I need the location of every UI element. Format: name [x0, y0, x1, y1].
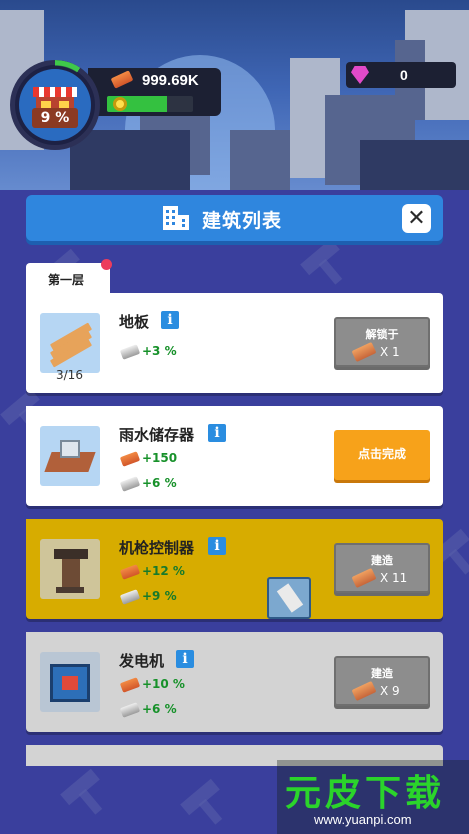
info-icon[interactable]: i: [208, 537, 226, 555]
plank-icon: [119, 588, 141, 605]
watermark-url: www.yuanpi.com: [314, 812, 412, 827]
list-item[interactable]: 雨水储存器 i +150 +6 % 点击完成: [26, 406, 443, 506]
building-name: 雨水储存器: [119, 426, 195, 444]
building-list[interactable]: 3/16 地板 i +3 % 解锁于 X 1 雨水储存器 i +150 +6 %…: [26, 293, 443, 766]
stat-brick: +150: [119, 450, 177, 467]
cleaver-icon[interactable]: [267, 577, 311, 619]
stat-brick: +12 %: [119, 563, 185, 580]
page-title: 建筑列表: [202, 210, 283, 232]
watermark-title: 元皮下载: [285, 773, 446, 814]
building-silhouette: [230, 130, 290, 190]
water-collector-thumbnail: [40, 426, 100, 486]
building-name: 发电机: [119, 652, 165, 670]
stat-brick: +10 %: [119, 676, 185, 693]
plank-icon: [119, 343, 141, 360]
gem-amount: 0: [400, 67, 408, 83]
complete-button[interactable]: 点击完成: [334, 430, 430, 480]
info-icon[interactable]: i: [208, 424, 226, 442]
floor-icon: [351, 341, 377, 363]
brick-icon: [119, 450, 141, 467]
progress-percent: 9 %: [32, 108, 78, 128]
stat-plank: +3 %: [119, 343, 177, 360]
build-button[interactable]: 建造 X 11: [334, 543, 430, 593]
generator-thumbnail: [40, 652, 100, 712]
building-name: 机枪控制器: [119, 539, 195, 557]
unlock-button[interactable]: 解锁于 X 1: [334, 317, 430, 367]
floor-thumbnail: [40, 313, 100, 373]
brick-amount: 999.69K: [142, 72, 199, 89]
building-icon: [163, 206, 189, 230]
build-button[interactable]: 建造 X 9: [334, 656, 430, 706]
brick-icon: [119, 676, 141, 693]
gear-icon: [113, 97, 127, 111]
turret-thumbnail: [40, 539, 100, 599]
list-item[interactable]: 3/16 地板 i +3 % 解锁于 X 1: [26, 293, 443, 393]
building-silhouette: [360, 140, 469, 195]
plank-icon: [119, 475, 141, 492]
brick-icon: [119, 563, 141, 580]
shop-avatar: [19, 69, 91, 141]
tab-label: 第一层: [48, 273, 85, 287]
stat-plank: +9 %: [119, 588, 177, 605]
list-item[interactable]: 机枪控制器 i +12 % +9 % 建造 X 11: [26, 519, 443, 619]
list-item[interactable]: 发电机 i +10 % +6 % 建造 X 9: [26, 632, 443, 732]
building-silhouette: [70, 130, 190, 195]
plank-icon: [119, 701, 141, 718]
info-icon[interactable]: i: [176, 650, 194, 668]
build-count: 3/16: [56, 368, 83, 382]
stat-plank: +6 %: [119, 475, 177, 492]
close-button[interactable]: ✕: [402, 204, 431, 233]
floor-icon: [351, 567, 377, 589]
stat-plank: +6 %: [119, 701, 177, 718]
floor-icon: [351, 680, 377, 702]
notification-dot: [101, 259, 112, 270]
building-name: 地板: [119, 313, 150, 331]
info-icon[interactable]: i: [161, 311, 179, 329]
